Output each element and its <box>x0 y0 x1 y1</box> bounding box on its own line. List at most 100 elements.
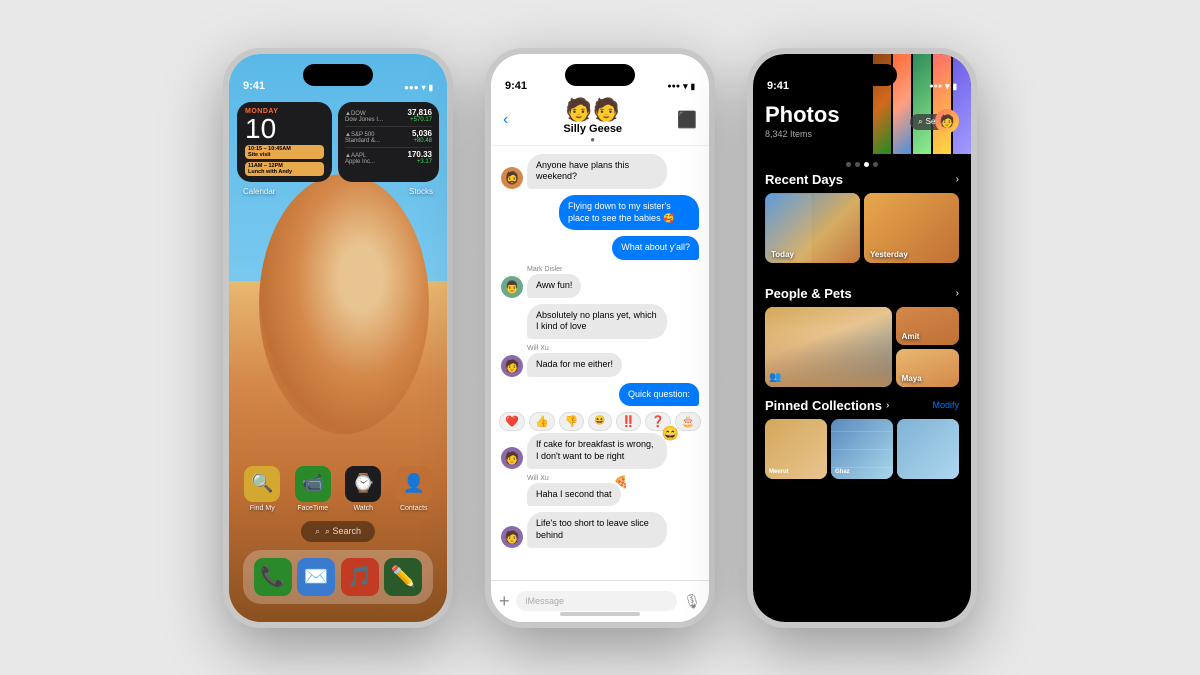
app-find-my[interactable]: 🔍 Find My <box>244 466 280 512</box>
message-7: Quick question: <box>501 383 699 407</box>
dynamic-island-2 <box>565 64 635 86</box>
people-small-thumbs: Amit Maya <box>896 307 959 387</box>
stock-3-price: 170.33 <box>408 150 432 159</box>
dock-mail[interactable]: ✉️ <box>297 558 335 596</box>
battery-icon-2: ▮ <box>691 82 695 91</box>
dock-notes[interactable]: ✏️ <box>384 558 422 596</box>
app-facetime-label: FaceTime <box>297 505 328 512</box>
video-call-button[interactable]: ⬛ <box>677 110 697 130</box>
cal-event-2-title: Lunch with Andy <box>248 169 321 175</box>
pizza-reaction: 🍕 <box>614 475 629 489</box>
avatar-8: 🧑 <box>501 447 523 469</box>
recent-days-chevron[interactable]: › <box>956 174 959 185</box>
people-chevron[interactable]: › <box>956 288 959 299</box>
status-time: 9:41 <box>243 80 265 92</box>
search-icon: ⌕ <box>315 526 320 537</box>
microphone-button[interactable]: 🎙 <box>683 593 701 610</box>
message-8: 🧑 If cake for breakfast is wrong, I don'… <box>501 433 699 468</box>
dot-1 <box>846 162 851 167</box>
pinned-thumbs: Meerut Ghaz <box>753 419 971 479</box>
message-5: 👨 Absolutely no plans yet, which I kind … <box>501 304 699 339</box>
bubble-3: What about y'all? <box>612 236 699 260</box>
app-find-my-label: Find My <box>250 505 275 512</box>
message-1: 🧔 Anyone have plans this weekend? <box>501 154 699 189</box>
dot-3-active <box>864 162 869 167</box>
profile-avatar[interactable]: 🧑 <box>935 109 959 133</box>
recent-yesterday[interactable]: Yesterday <box>864 193 959 263</box>
sender-will-1: Will Xu <box>527 345 699 352</box>
messages-header: ‹ 🧑🧑 Silly Geese ● ⬛ <box>491 96 709 146</box>
recent-days-section: Recent Days › Today Yesterday <box>753 172 971 263</box>
message-2: Flying down to my sister's place to see … <box>501 195 699 230</box>
dock-music[interactable]: 🎵 <box>341 558 379 596</box>
dot-4 <box>873 162 878 167</box>
recent-days-title: Recent Days <box>765 172 843 187</box>
calendar-widget[interactable]: MONDAY 10 10:15 – 10:45AM Site visit 11A… <box>237 102 332 182</box>
bubble-8: If cake for breakfast is wrong, I don't … <box>527 433 667 468</box>
people-amit[interactable]: Amit <box>896 307 959 345</box>
recent-days-header: Recent Days › <box>753 172 971 187</box>
emoji-reaction: 😄 <box>662 425 679 442</box>
signal-icon: ●●● <box>404 83 419 92</box>
reaction-haha[interactable]: 😆 <box>588 412 611 431</box>
reaction-heart[interactable]: ❤️ <box>499 412 525 431</box>
people-maya[interactable]: Maya <box>896 349 959 387</box>
cal-date: 10 <box>245 115 324 143</box>
status-icons-3: ●●● ▾ ▮ <box>929 81 957 92</box>
people-large-thumb[interactable]: 👥 <box>765 307 892 387</box>
app-contacts[interactable]: 👤 Contacts <box>396 466 432 512</box>
pinned-chevron[interactable]: › <box>886 400 889 411</box>
back-button[interactable]: ‹ <box>503 111 508 129</box>
bubble-7: Quick question: <box>619 383 699 407</box>
stock-2-price: 5,036 <box>412 129 432 138</box>
signal-icon-3: ●●● <box>929 83 942 90</box>
search-bar[interactable]: ⌕ ⌕ Search <box>301 521 375 542</box>
group-subtitle: ● <box>563 135 622 144</box>
dynamic-island-3 <box>827 64 897 86</box>
amit-label: Amit <box>902 332 920 341</box>
reaction-thumbsup[interactable]: 👍 <box>529 412 555 431</box>
app-watch-label: Watch <box>353 505 373 512</box>
app-watch[interactable]: ⌚ Watch <box>345 466 381 512</box>
pinned-thumb-2[interactable]: Ghaz <box>831 419 893 479</box>
add-attachment-button[interactable]: + <box>499 591 510 612</box>
stock-3-sub: Apple Inc... <box>345 159 375 165</box>
dock-phone[interactable]: 📞 <box>254 558 292 596</box>
widgets-row: MONDAY 10 10:15 – 10:45AM Site visit 11A… <box>237 102 439 182</box>
recent-thumbs: Today Yesterday <box>753 193 971 263</box>
phone-photos: 9:41 ●●● ▾ ▮ Photos 8,342 Items ⌕ Search <box>747 48 977 628</box>
recent-today[interactable]: Today <box>765 193 860 263</box>
reaction-exclaim[interactable]: ‼️ <box>616 412 642 431</box>
widget-labels: Calendar Stocks <box>237 187 439 196</box>
bubble-9: Haha I second that <box>527 483 621 507</box>
bubble-10: Life's too short to leave slice behind <box>527 512 667 547</box>
reaction-thumbsdown[interactable]: 👎 <box>559 412 585 431</box>
pinned-title: Pinned Collections <box>765 398 882 413</box>
dock: 📞 ✉️ 🎵 ✏️ <box>243 550 433 604</box>
status-time-2: 9:41 <box>505 80 527 92</box>
stocks-label: Stocks <box>409 187 433 196</box>
messages-title: 🧑🧑 Silly Geese ● <box>563 97 622 144</box>
modify-button[interactable]: Modify <box>932 400 959 410</box>
stock-2-change: +80.48 <box>412 138 432 144</box>
battery-icon-3: ▮ <box>953 82 957 91</box>
bubble-6: Nada for me either! <box>527 353 622 377</box>
app-facetime[interactable]: 📹 FaceTime <box>295 466 331 512</box>
pinned-section: Pinned Collections › Modify Meerut <box>753 398 971 479</box>
message-4: 👨 Aww fun! <box>501 274 699 298</box>
people-group-icon: 👥 <box>769 372 781 383</box>
phone-home-screen: 9:41 ●●● ▾ ▮ MONDAY 10 10:15 – 10:45AM S… <box>223 48 453 628</box>
stocks-widget[interactable]: ▲DOW Dow Jones I... 37,816 +570.17 ▲S&P … <box>338 102 439 182</box>
battery-icon: ▮ <box>429 83 433 92</box>
home-indicator <box>560 612 640 616</box>
pinned-thumb-1[interactable]: Meerut <box>765 419 827 479</box>
people-pets-title: People & Pets <box>765 286 852 301</box>
pinned-thumb-3[interactable] <box>897 419 959 479</box>
search-icon-photos: ⌕ <box>918 117 922 127</box>
yesterday-label: Yesterday <box>870 250 908 259</box>
message-input[interactable]: iMessage <box>516 591 678 611</box>
people-pets-section: People & Pets › 👥 Amit M <box>753 286 971 387</box>
group-avatar: 🧑🧑 <box>563 97 622 123</box>
bubble-5: Absolutely no plans yet, which I kind of… <box>527 304 667 339</box>
stock-2-sub: Standard &... <box>345 138 380 144</box>
